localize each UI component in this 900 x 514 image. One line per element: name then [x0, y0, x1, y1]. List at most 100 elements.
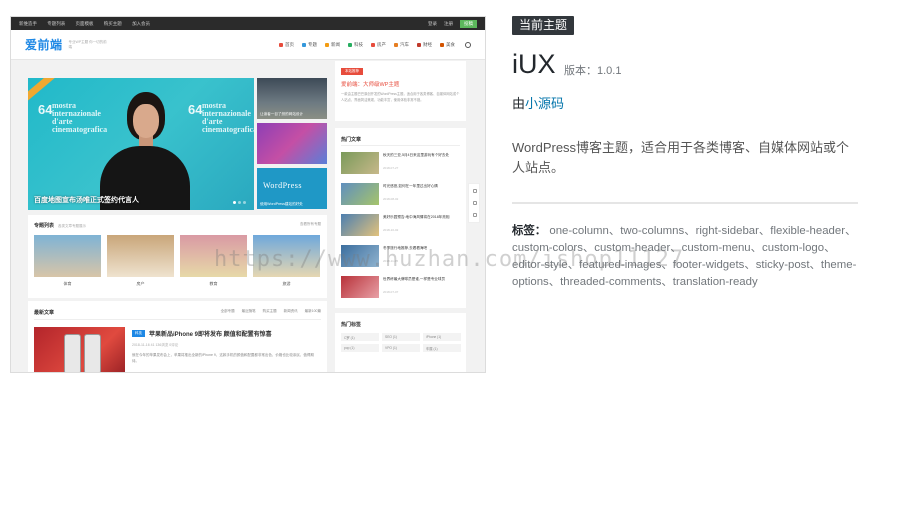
hot-posts-title: 热门文章: [341, 137, 362, 143]
latest-panel: 最新文章 全部专题 最近随笔 购买主题 新闻资讯 最新100篇 科技 苹果新品iPhone…: [28, 301, 327, 372]
topic-card: 旅游: [253, 235, 320, 287]
nav-item: 新闻: [325, 42, 340, 48]
current-theme-badge: 当前主题: [512, 16, 575, 35]
topics-title: 专题列表 各类文章专题展示: [34, 223, 87, 229]
nav-item: 专题: [302, 42, 317, 48]
nav-item: 汽车: [394, 42, 409, 48]
tag-chip: C罗 (1): [341, 333, 379, 341]
topic-label: 体育: [63, 281, 72, 286]
topics-more-link: 查看所有专题: [300, 222, 321, 226]
nav-food-icon: [440, 42, 444, 47]
hot-post: 世界杯最大牌球员是谁,一样是专业球员 2018-07-07: [341, 276, 461, 300]
topics-panel: 专题列表 各类文章专题展示 查看所有专题 体育 房产 教育 旅游: [28, 215, 327, 298]
nav-news-icon: [325, 42, 329, 47]
nav-item: 美食: [440, 42, 455, 48]
author-link[interactable]: 小源码: [525, 96, 564, 111]
post-tag: 科技: [132, 330, 145, 337]
preview-header: 爱前端 专业WP主题 你一切的前端 首页 专题 新闻 科技 房产 汽车 财经 美…: [11, 30, 485, 60]
topic-image: [107, 235, 174, 277]
topbar-link: 专题列表: [47, 20, 66, 26]
side-thumb: WordPress 使用WordPress建站的好处: [257, 168, 327, 209]
promo-widget: 本站推荐 爱前端：大师级WP主题 一款由主题巴巴原创开发的WordPress主题…: [335, 61, 466, 121]
preview-nav: 首页 专题 新闻 科技 房产 汽车 财经 美食: [271, 41, 471, 48]
tags-list: one-column、two-columns、right-sidebar、fle…: [512, 225, 857, 288]
hot-posts-widget: 热门文章 秋天的三亚,5月4日来这里游玩有个好去处 2018-07-27 时光悠…: [335, 128, 466, 308]
hero-person-image: [100, 92, 190, 210]
hot-post: 时光悠悠,如何在一年里过出好心情 2018-08-02: [341, 183, 461, 207]
topic-label: 教育: [209, 281, 218, 286]
topbar-link: 页面模板: [75, 20, 94, 26]
tag-chip: VPO (1): [382, 344, 420, 352]
tag-chip: 车展 (1): [423, 344, 461, 352]
nav-item: 财经: [417, 42, 432, 48]
nav-finance-icon: [417, 42, 421, 47]
topbar-register: 注册: [444, 20, 453, 26]
preview-logo: 爱前端: [25, 38, 63, 52]
topic-card: 体育: [34, 235, 101, 287]
theme-screenshot: 新维造手 专题列表 页面模板 购买主题 加入会员 登录 注册 投稿 爱前端 专业…: [10, 16, 486, 373]
hero-slide: 64 mostra internazionale d'arte cinemato…: [28, 78, 254, 210]
slider-dots: [231, 201, 246, 204]
preview-topbar: 新维造手 专题列表 页面模板 购买主题 加入会员 登录 注册 投稿: [11, 17, 485, 30]
preview-slogan: 专业WP主题 你一切的前端: [68, 39, 107, 49]
hot-post: 秋天的三亚,5月4日来这里游玩有个好去处 2018-07-27: [341, 152, 461, 176]
wechat-icon: [473, 201, 477, 205]
phone-icon: [473, 189, 477, 193]
venice-year: 64: [188, 102, 203, 117]
topic-label: 房产: [136, 281, 145, 286]
theme-author: 由小源码: [512, 96, 565, 111]
hot-post: 美好乐园预告:地中海风情将在2018年亮相 2018-10-02: [341, 214, 461, 238]
post-image: [34, 327, 125, 372]
post-excerpt: 就在今年的苹果发布会上，苹果将推出全新的iPhone 9，这款手机的颜值和配置都…: [132, 353, 314, 363]
tag-chip: pop (1): [341, 344, 379, 352]
tags-widget-title: 热门标签: [341, 322, 362, 328]
theme-description: WordPress博客主题，适合用于各类博客、自媒体网站或个人站点。: [512, 140, 850, 175]
hot-post: 冬季旅行地推荐,去看看海吧 2018-11-05: [341, 245, 461, 269]
promo-title: 爱前端：大师级WP主题: [341, 82, 400, 88]
topic-image: [180, 235, 247, 277]
tags-widget: 热门标签 C罗 (1) SEO (1) iPhone (1) pop (1) V…: [335, 313, 466, 372]
topic-card: 房产: [107, 235, 174, 287]
nav-tech-icon: [348, 42, 352, 47]
divider: [512, 202, 858, 204]
nav-house-icon: [371, 42, 375, 47]
topbar-login: 登录: [428, 20, 437, 26]
topbar-submit: 投稿: [460, 19, 477, 28]
promo-desc: 一款由主题巴巴原创开发的WordPress主题，适合用于各类博客、自媒体网站或个…: [341, 92, 460, 102]
venice-year: 64: [38, 102, 53, 117]
latest-tabs: 全部专题 最近随笔 购买主题 新闻资讯 最新100篇: [220, 309, 321, 313]
search-icon: [465, 41, 471, 48]
topbar-link: 新维造手: [19, 20, 37, 26]
topic-image: [253, 235, 320, 277]
tag-chip: SEO (1): [382, 333, 420, 341]
theme-version: 版本：1.0.1: [564, 65, 622, 77]
theme-name: iUX: [512, 49, 556, 79]
side-thumb: [257, 123, 327, 164]
wordpress-logo: WordPress: [263, 181, 302, 190]
weibo-icon: [473, 213, 477, 217]
side-thumb: 让读者一目了然的网站设计: [257, 78, 327, 119]
topic-image: [34, 235, 101, 277]
venice-logo-text: mostra internazionale d'arte cinematogra…: [52, 101, 108, 134]
post-title: 科技 苹果新品iPhone 9即将发布 颜值和配置有惊喜: [132, 329, 272, 338]
nav-item: 首页: [279, 42, 294, 48]
nav-home-icon: [279, 42, 283, 47]
latest-title: 最新文章: [34, 310, 55, 316]
floating-toolbar: [468, 183, 480, 223]
hero-caption: 百度地图宣布汤唯正式签约代言人: [34, 197, 139, 204]
topbar-link: 加入会员: [132, 20, 151, 26]
tags-label: 标签：: [512, 225, 547, 237]
nav-topic-icon: [302, 42, 306, 47]
theme-tags: 标签： one-column、two-columns、right-sidebar…: [512, 223, 858, 291]
nav-item: 房产: [371, 42, 386, 48]
nav-car-icon: [394, 42, 398, 47]
post-meta: 2018-11-16 41 136浏览 0评论: [132, 343, 179, 347]
topic-card: 教育: [180, 235, 247, 287]
side-thumb-caption: 使用WordPress建站的好处: [260, 202, 303, 206]
side-thumb-caption: 让读者一目了然的网站设计: [260, 112, 304, 116]
nav-item: 科技: [348, 42, 363, 48]
promo-badge: 本站推荐: [341, 68, 363, 75]
topbar-link: 购买主题: [103, 20, 122, 26]
topic-label: 旅游: [282, 281, 291, 286]
venice-logo-text: mostra internazionale d'arte cinematogra…: [202, 101, 254, 134]
